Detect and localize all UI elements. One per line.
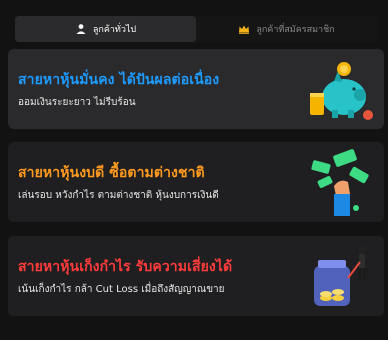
crown-icon — [238, 23, 250, 35]
strategy-card-speculative[interactable]: สายหาหุ้นเก็งกำไร รับความเสี่ยงได้ เน้นเ… — [8, 236, 384, 316]
card-title: สายหาหุ้นงบดี ซื้อตามต่างชาติ — [18, 165, 205, 181]
tab-member-customer[interactable]: ลูกค้าที่สมัครสมาชิก — [196, 16, 377, 42]
coin-jar-icon — [314, 246, 366, 306]
strategy-card-stable-dividend[interactable]: สายหาหุ้นมั่นคง ได้ปันผลต่อเนื่อง ออมเงิ… — [8, 49, 384, 129]
money-hand-icon — [311, 149, 369, 216]
piggy-bank-icon — [310, 62, 373, 120]
customer-type-tabs: ลูกค้าทั่วไป ลูกค้าที่สมัครสมาชิก — [15, 16, 377, 42]
card-subtitle: ออมเงินระยะยาว ไม่รีบร้อน — [18, 97, 136, 108]
user-icon — [75, 23, 87, 35]
card-title: สายหาหุ้นมั่นคง ได้ปันผลต่อเนื่อง — [18, 72, 220, 88]
tab-label: ลูกค้าทั่วไป — [92, 25, 137, 35]
card-subtitle: เล่นรอบ หวังกำไร ตามต่างชาติ หุ้นงบการเง… — [18, 190, 219, 201]
strategy-card-good-financials[interactable]: สายหาหุ้นงบดี ซื้อตามต่างชาติ เล่นรอบ หว… — [8, 142, 384, 222]
tab-label: ลูกค้าที่สมัครสมาชิก — [256, 25, 335, 35]
tab-general-customer[interactable]: ลูกค้าทั่วไป — [15, 16, 196, 42]
card-subtitle: เน้นเก็งกำไร กล้า Cut Loss เมื่อถึงสัญญา… — [18, 284, 225, 295]
card-title: สายหาหุ้นเก็งกำไร รับความเสี่ยงได้ — [18, 259, 233, 275]
